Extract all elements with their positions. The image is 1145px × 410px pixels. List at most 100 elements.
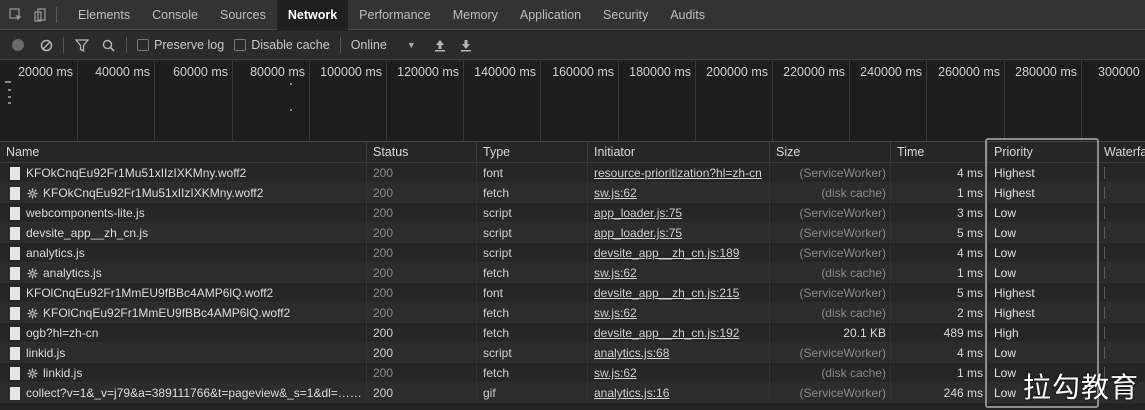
initiator-link[interactable]: devsite_app__zh_cn.js:189 [587,243,769,263]
tab-memory[interactable]: Memory [442,0,509,30]
request-name-cell[interactable]: KFOlCnqEu92Fr1MmEU9fBBc4AMP6lQ.woff2 [0,303,366,323]
waterfall-cell[interactable] [1097,163,1145,183]
time-cell: 246 ms [890,383,987,403]
waterfall-cell[interactable] [1097,283,1145,303]
request-name-cell[interactable]: linkid.js [0,363,366,383]
waterfall-cell[interactable] [1097,343,1145,363]
table-row[interactable]: KFOkCnqEu92Fr1Mu51xIIzIXKMny.woff2 200 fet… [0,183,1145,203]
time-cell: 4 ms [890,243,987,263]
waterfall-cell[interactable] [1097,223,1145,243]
file-icon [10,366,20,380]
tab-performance[interactable]: Performance [348,0,442,30]
request-name-cell[interactable]: KFOkCnqEu92Fr1Mu51xIIzIXKMny.woff2 [0,163,366,183]
filter-icon[interactable] [74,37,90,53]
disable-cache-checkbox[interactable] [234,39,247,51]
search-icon[interactable] [100,37,116,53]
device-toolbar-icon[interactable] [32,7,48,23]
time-cell: 4 ms [890,163,987,183]
request-name-cell[interactable]: ogb?hl=zh-cn [0,323,366,343]
waterfall-bar [1104,267,1105,279]
status-cell: 200 [366,243,476,263]
request-name: collect?v=1&_v=j79&a=389111766&t=pagevie… [26,386,366,400]
initiator-link[interactable]: sw.js:62 [587,303,769,323]
table-row[interactable]: KFOlCnqEu92Fr1MmEU9fBBc4AMP6lQ.woff2 200 f… [0,303,1145,323]
initiator-link[interactable]: app_loader.js:75 [587,203,769,223]
column-header-status[interactable]: Status [366,142,476,163]
tab-application[interactable]: Application [509,0,592,30]
column-header-priority[interactable]: Priority [987,142,1097,163]
overview-tick-label: 300000 [1098,65,1140,79]
column-header-waterfa[interactable]: Waterfa [1097,142,1145,163]
request-name: linkid.js [43,366,83,380]
overview-gridline [618,61,619,142]
initiator-link[interactable]: resource-prioritization?hl=zh-cn [587,163,769,183]
network-overview[interactable]: 20000 ms 40000 ms 60000 ms 80000 ms 100000 m… [0,61,1145,142]
initiator-link[interactable]: analytics.js:68 [587,343,769,363]
initiator-link[interactable]: sw.js:62 [587,183,769,203]
waterfall-cell[interactable] [1097,243,1145,263]
preserve-log-checkbox[interactable] [137,39,149,51]
tabbar-separator [56,6,57,23]
initiator-link[interactable]: sw.js:62 [587,263,769,283]
type-cell: script [476,343,587,363]
overview-gridline [463,61,464,142]
column-header-type[interactable]: Type [476,142,587,163]
waterfall-cell[interactable] [1097,203,1145,223]
preserve-log-label[interactable]: Preserve log [154,38,224,52]
request-name-cell[interactable]: KFOkCnqEu92Fr1Mu51xIIzIXKMny.woff2 [0,183,366,203]
column-header-size[interactable]: Size [769,142,890,163]
export-har-icon[interactable] [458,37,474,53]
file-icon [10,186,20,200]
chevron-down-icon[interactable]: ▼ [407,40,416,50]
table-row[interactable]: ogb?hl=zh-cn 200 fetch devsite_app__zh_cn.j… [0,323,1145,343]
tab-security[interactable]: Security [592,0,659,30]
waterfall-cell[interactable] [1097,183,1145,203]
table-row[interactable]: linkid.js 200 script analytics.js:68 (Servic… [0,343,1145,363]
initiator-link[interactable]: devsite_app__zh_cn.js:192 [587,323,769,343]
table-row[interactable]: KFOkCnqEu92Fr1Mu51xIIzIXKMny.woff2 200 fon… [0,163,1145,183]
initiator-link[interactable]: analytics.js:16 [587,383,769,403]
throttling-select[interactable]: Online [351,38,387,52]
inspect-element-icon[interactable] [8,7,24,23]
request-name-cell[interactable]: collect?v=1&_v=j79&a=389111766&t=pagevie… [0,383,366,403]
record-icon[interactable] [12,39,24,51]
request-name-cell[interactable]: linkid.js [0,343,366,363]
table-row[interactable]: devsite_app__zh_cn.js 200 script app_loader… [0,223,1145,243]
clear-icon[interactable] [39,38,53,52]
disable-cache-label[interactable]: Disable cache [251,38,330,52]
table-row[interactable]: webcomponents-lite.js 200 script app_loader… [0,203,1145,223]
tab-audits[interactable]: Audits [659,0,716,30]
table-row[interactable]: KFOlCnqEu92Fr1MmEU9fBBc4AMP6lQ.woff2 200 f… [0,283,1145,303]
waterfall-cell[interactable] [1097,303,1145,323]
column-header-time[interactable]: Time [890,142,987,163]
tab-console[interactable]: Console [141,0,209,30]
overview-gridline [386,61,387,142]
request-name-cell[interactable]: webcomponents-lite.js [0,203,366,223]
request-name-cell[interactable]: KFOlCnqEu92Fr1MmEU9fBBc4AMP6lQ.woff2 [0,283,366,303]
file-icon [10,326,20,340]
tab-network[interactable]: Network [276,0,349,30]
initiator-link[interactable]: devsite_app__zh_cn.js:215 [587,283,769,303]
overview-gridline [232,61,233,142]
table-row[interactable]: analytics.js 200 script devsite_app__zh_cn.… [0,243,1145,263]
overview-gridline [540,61,541,142]
column-header-name[interactable]: Name [0,142,366,163]
overview-tick-label: 240000 ms [860,65,922,79]
column-header-initiator[interactable]: Initiator [587,142,769,163]
request-name-cell[interactable]: analytics.js [0,243,366,263]
initiator-link[interactable]: sw.js:62 [587,363,769,383]
file-icon [10,286,20,300]
tab-elements[interactable]: Elements [67,0,141,30]
table-row[interactable]: collect?v=1&_v=j79&a=389111766&t=pagevie… [0,383,1145,403]
request-name-cell[interactable]: devsite_app__zh_cn.js [0,223,366,243]
import-har-icon[interactable] [432,37,448,53]
waterfall-cell[interactable] [1097,323,1145,343]
table-row[interactable]: analytics.js 200 fetch sw.js:62 (disk cache)… [0,263,1145,283]
request-name-cell[interactable]: analytics.js [0,263,366,283]
initiator-link[interactable]: app_loader.js:75 [587,223,769,243]
status-cell: 200 [366,363,476,383]
file-icon [10,226,20,240]
table-row[interactable]: linkid.js 200 fetch sw.js:62 (disk cache) 1 m… [0,363,1145,383]
tab-sources[interactable]: Sources [209,0,277,30]
waterfall-cell[interactable] [1097,263,1145,283]
